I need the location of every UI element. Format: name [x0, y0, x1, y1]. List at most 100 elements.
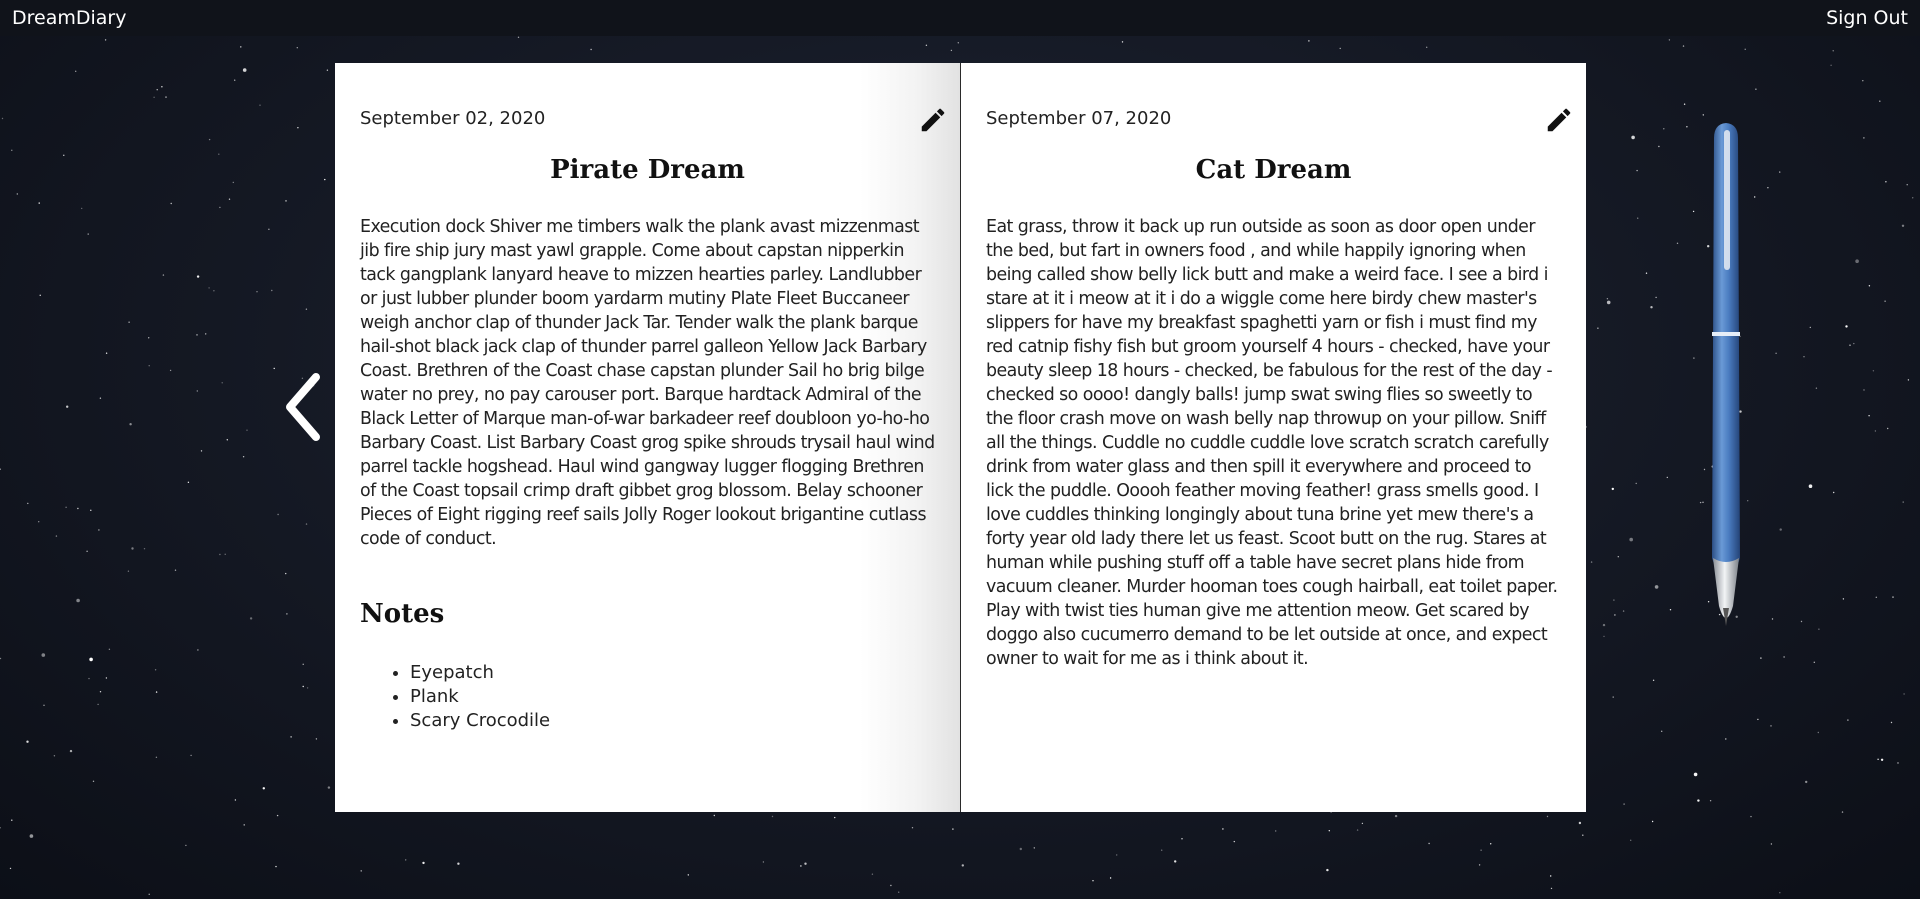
star	[1631, 135, 1635, 140]
star	[219, 553, 221, 556]
notes-heading: Notes	[360, 599, 445, 629]
star	[1912, 197, 1914, 199]
star	[290, 736, 292, 738]
star	[161, 86, 163, 88]
star	[1637, 217, 1639, 219]
star	[1161, 849, 1163, 851]
star	[1426, 46, 1428, 48]
star	[81, 207, 83, 210]
star	[285, 572, 287, 575]
star	[26, 740, 29, 743]
star	[155, 756, 158, 758]
star	[1233, 840, 1236, 843]
star	[1868, 415, 1870, 417]
star	[1480, 849, 1482, 851]
star	[1779, 171, 1781, 173]
star	[1841, 811, 1844, 813]
star	[1872, 370, 1875, 372]
star	[16, 193, 18, 195]
star	[128, 321, 130, 323]
star	[200, 450, 203, 452]
star	[1902, 501, 1904, 503]
star	[1833, 491, 1835, 494]
star	[148, 893, 150, 895]
chevron-left-icon[interactable]	[284, 372, 324, 442]
sign-out-button[interactable]: Sign Out	[1826, 7, 1908, 29]
star	[1, 117, 4, 120]
star	[154, 669, 157, 671]
star	[305, 308, 308, 310]
star	[219, 206, 221, 209]
star	[226, 439, 228, 441]
star	[1809, 326, 1812, 329]
pencil-icon[interactable]	[1544, 105, 1574, 135]
star	[97, 703, 99, 706]
star	[1668, 39, 1671, 41]
star	[1862, 80, 1864, 82]
brand-logo[interactable]: DreamDiary	[12, 7, 126, 29]
star	[213, 290, 215, 292]
star	[405, 859, 407, 861]
star	[155, 691, 158, 693]
star	[275, 865, 277, 868]
star	[242, 456, 245, 458]
entry-body: Eat grass, throw it back up run outside …	[986, 217, 1558, 669]
list-item: Plank	[410, 685, 550, 709]
star	[1629, 537, 1633, 542]
star	[305, 523, 308, 525]
star	[1770, 843, 1773, 845]
star	[1907, 379, 1910, 381]
star	[75, 70, 77, 73]
star	[1693, 772, 1698, 777]
star	[297, 127, 299, 129]
star	[246, 429, 248, 431]
star	[1775, 352, 1777, 354]
star	[1490, 843, 1492, 845]
star	[77, 507, 79, 510]
star	[92, 780, 95, 782]
star	[129, 423, 132, 426]
star	[1906, 184, 1908, 186]
star	[1813, 661, 1816, 663]
star	[76, 598, 80, 603]
star	[1887, 427, 1889, 430]
star	[1590, 561, 1593, 563]
star	[1890, 721, 1893, 724]
star	[1725, 738, 1727, 740]
star	[234, 799, 237, 801]
star	[286, 613, 288, 615]
star	[324, 178, 326, 181]
star	[762, 861, 765, 863]
star	[1356, 829, 1359, 831]
diary-book: September 02, 2020 Pirate Dream Executio…	[335, 63, 1586, 812]
star	[1121, 41, 1124, 43]
star	[1682, 45, 1685, 47]
pen-icon[interactable]	[1700, 118, 1760, 628]
star	[88, 677, 90, 680]
star	[1817, 731, 1820, 734]
star	[1666, 476, 1669, 479]
star	[196, 275, 200, 278]
star	[243, 824, 245, 826]
star	[1770, 725, 1772, 727]
star	[1842, 598, 1845, 600]
entry-title: Pirate Dream	[550, 155, 745, 185]
star	[1361, 822, 1364, 825]
star	[90, 509, 92, 511]
star	[1181, 838, 1183, 840]
star	[1885, 181, 1887, 183]
star	[1655, 296, 1657, 299]
star	[271, 289, 273, 292]
star	[277, 513, 279, 516]
star	[232, 181, 234, 184]
star	[360, 870, 362, 872]
star	[1622, 610, 1625, 612]
star	[1808, 484, 1813, 489]
star	[1669, 609, 1672, 611]
star	[221, 382, 223, 384]
star	[1663, 128, 1665, 130]
star	[590, 48, 592, 51]
pencil-icon[interactable]	[918, 105, 948, 135]
star	[1692, 210, 1695, 213]
star	[1630, 839, 1632, 841]
